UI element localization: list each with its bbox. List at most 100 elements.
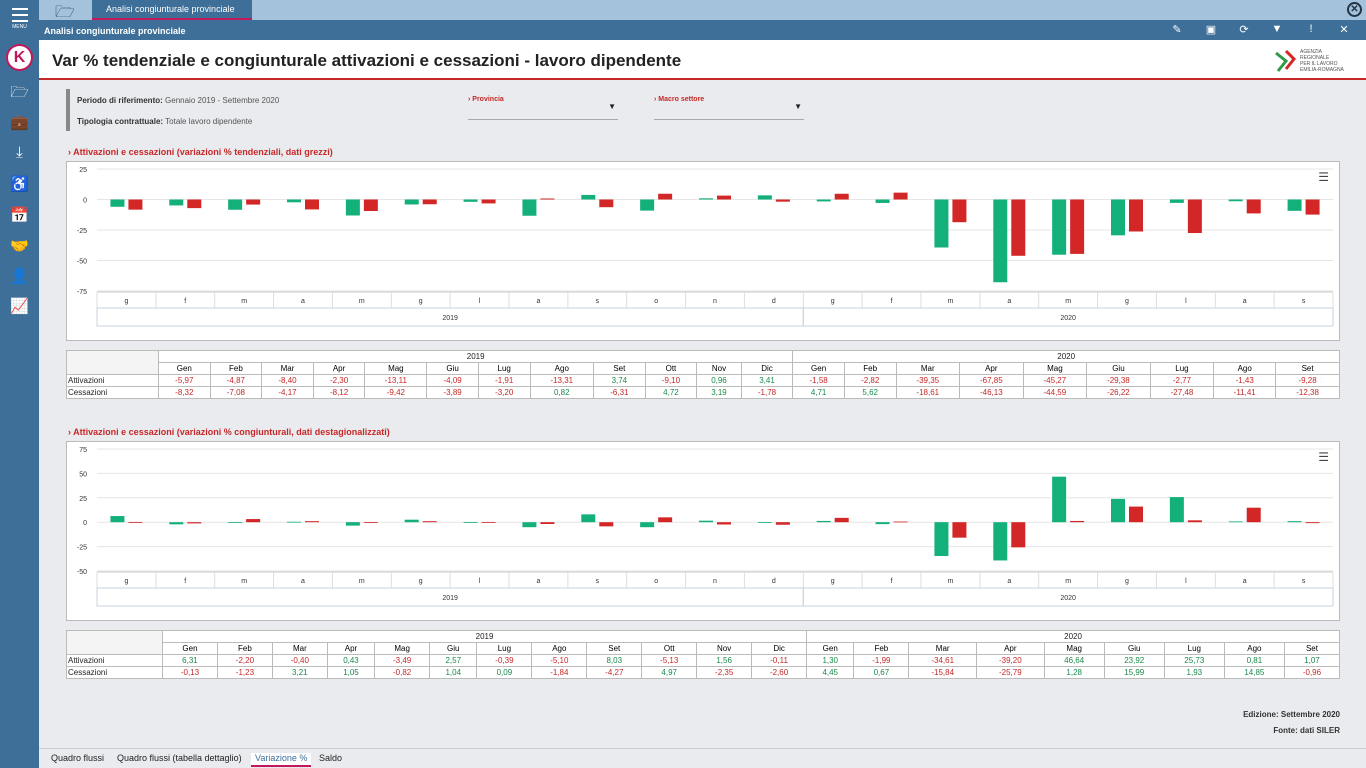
info-icon[interactable]: ! [1303, 23, 1319, 35]
y-tick-label: -25 [77, 545, 87, 552]
table-value-cell: -8,12 [312, 386, 366, 399]
bar-cessazioni [481, 199, 496, 204]
table-value-cell: 3,41 [740, 374, 794, 387]
table-value-cell: 0,43 [326, 654, 376, 667]
chart-menu-icon[interactable]: ☰ [1318, 170, 1329, 184]
bar-cessazioni [1070, 520, 1085, 523]
table-month-header: Mag [1043, 642, 1105, 655]
bar-cessazioni [422, 521, 437, 523]
table-year-row: 2019 2020 [66, 350, 1340, 375]
chevron-down-icon: ▼ [608, 102, 616, 111]
bar-attivazioni [699, 198, 713, 200]
refresh-icon[interactable]: ⟳ [1236, 23, 1252, 36]
bottom-tab-bar: Quadro flussi Quadro flussi (tabella det… [39, 748, 1366, 768]
table-month-header: Set [593, 362, 646, 375]
chart-menu-icon[interactable]: ☰ [1318, 450, 1329, 464]
bar-cessazioni [1187, 199, 1202, 234]
tab-variazione[interactable]: Variazione % [251, 753, 312, 767]
year-group-label: 2019 [442, 315, 458, 322]
filter-summary: Periodo di riferimento: Gennaio 2019 - S… [66, 89, 316, 131]
table-row-label: Attivazioni [66, 374, 159, 387]
section-title-congiunturali: › Attivazioni e cessazioni (variazioni %… [68, 427, 390, 437]
x-tick-label: d [772, 578, 776, 585]
tab-quadro-flussi[interactable]: Quadro flussi [51, 753, 104, 763]
macro-settore-select[interactable]: › Macro settore ▼ [654, 88, 804, 120]
x-tick-label: g [1125, 578, 1129, 585]
table-year-header: 2019 [157, 350, 794, 363]
bar-attivazioni [1287, 521, 1302, 523]
bar-cessazioni [717, 522, 731, 525]
agency-logo: AGENZIA REGIONALE PER IL LAVORO EMILIA-ROMA… [1274, 47, 1364, 75]
bar-cessazioni [305, 521, 319, 523]
bar-cessazioni [717, 195, 731, 200]
bar-cessazioni [187, 522, 202, 524]
table-value-cell: 3,19 [696, 386, 742, 399]
bar-cessazioni [775, 522, 790, 525]
page-title: Var % tendenziale e congiunturale attiva… [52, 51, 682, 70]
bar-attivazioni [581, 194, 596, 200]
filter-icon[interactable]: ▼ [1269, 23, 1285, 35]
table-value-cell: -9,28 [1275, 374, 1340, 387]
table-value-cell: -0,40 [271, 654, 328, 667]
table-value-cell: -8,32 [158, 386, 211, 399]
table-value-cell: -2,60 [751, 666, 808, 679]
table-value-cell: -44,59 [1022, 386, 1088, 399]
table-value-cell: -8,40 [261, 374, 314, 387]
bar-attivazioni [757, 522, 772, 523]
edit-icon[interactable]: ✎ [1169, 23, 1185, 36]
data-table-tendenziali: 2019 2020 Gen Feb Mar Apr Mag Giu Lug Ago Set Ott No… [66, 350, 1340, 399]
table-month-header: Lug [476, 642, 533, 655]
save-icon[interactable]: ▣ [1203, 23, 1219, 36]
download-icon[interactable]: ⤓ [0, 144, 39, 161]
table-month-header: Feb [216, 642, 273, 655]
bar-cessazioni [893, 192, 908, 200]
handshake-icon[interactable]: 🤝 [0, 237, 39, 255]
table-month-header: Ago [531, 642, 588, 655]
table-value-cell: -0,11 [751, 654, 808, 667]
x-tick-label: o [654, 298, 658, 305]
table-month-header: Giu [426, 362, 479, 375]
section-title-text: Attivazioni e cessazioni (variazioni % c… [73, 427, 390, 437]
close-icon[interactable]: ✕ [1336, 23, 1352, 36]
calendar-icon[interactable]: 📅 [0, 206, 39, 224]
bar-attivazioni [1111, 199, 1125, 236]
bar-attivazioni [169, 199, 184, 206]
section-title-tendenziali: › Attivazioni e cessazioni (variazioni %… [68, 147, 333, 157]
year-group-label: 2020 [1060, 315, 1076, 322]
hamburger-menu-icon[interactable]: MENU [0, 8, 39, 30]
tab-saldo[interactable]: Saldo [319, 753, 342, 763]
table-value-cell: -4,87 [209, 374, 263, 387]
window-title-bar: Analisi congiunturale provinciale ✎ ▣ ⟳ … [39, 20, 1366, 40]
bar-attivazioni [875, 199, 890, 203]
table-value-cell: 3,21 [271, 666, 328, 679]
table-value-cell: -1,23 [216, 666, 273, 679]
tab-quadro-flussi-dettaglio[interactable]: Quadro flussi (tabella dettaglio) [117, 753, 242, 763]
table-month-header: Mar [895, 362, 961, 375]
bar-cessazioni [246, 519, 261, 523]
wheelchair-icon[interactable]: ♿ [0, 175, 39, 193]
table-value-cell: 1,07 [1283, 654, 1341, 667]
bar-cessazioni [893, 521, 908, 523]
table-value-cell: 2,57 [429, 654, 478, 667]
bar-attivazioni [640, 522, 655, 528]
tab-analisi[interactable]: Analisi congiunturale provinciale [92, 0, 252, 20]
bar-attivazioni [1111, 498, 1125, 523]
app-logo[interactable]: K [6, 44, 33, 71]
close-icon[interactable]: ✕ [1347, 2, 1362, 17]
table-month-header: Apr [312, 362, 366, 375]
table-value-cell: -25,79 [976, 666, 1045, 679]
folder-icon[interactable]: 🗁 [0, 82, 39, 107]
x-tick-label: f [184, 298, 186, 305]
bar-attivazioni [816, 199, 831, 202]
table-value-cell: 1,04 [429, 666, 478, 679]
table-value-cell: -34,61 [908, 654, 977, 667]
briefcase-icon[interactable]: 💼 [0, 113, 39, 131]
table-month-header: Giu [429, 642, 478, 655]
user-icon[interactable]: 👤 [0, 267, 39, 285]
table-value-cell: 14,85 [1223, 666, 1285, 679]
bar-attivazioni [345, 199, 360, 216]
trend-chart-icon[interactable]: 📈 [0, 297, 39, 315]
chevron-down-icon: ▼ [794, 102, 802, 111]
table-value-cell: -1,58 [792, 374, 845, 387]
provincia-select[interactable]: › Provincia ▼ [468, 88, 618, 120]
